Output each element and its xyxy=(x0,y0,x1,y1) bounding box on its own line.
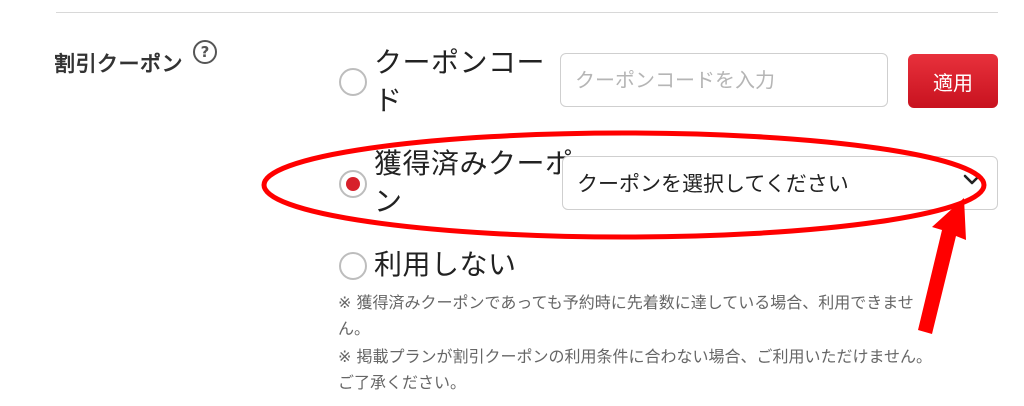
note-plan-conditions-line2: ご了承ください。 xyxy=(338,373,467,392)
radio-coupon-code-label-line1[interactable]: クーポンコー xyxy=(374,43,545,83)
radio-no-coupon-label[interactable]: 利用しない xyxy=(374,245,517,285)
note-first-come: ※ 獲得済みクーポンであっても予約時に先着数に達している場合、利用できませ ん。 xyxy=(338,290,988,342)
radio-acquired-coupon-label-line2[interactable]: ン xyxy=(374,182,403,222)
chevron-down-icon[interactable] xyxy=(963,173,981,187)
apply-button[interactable]: 適用 xyxy=(908,54,998,108)
help-icon[interactable]: ? xyxy=(193,40,217,64)
radio-coupon-code[interactable] xyxy=(339,68,367,96)
radio-acquired-coupon[interactable] xyxy=(339,170,367,198)
note-first-come-line1: ※ 獲得済みクーポンであっても予約時に先着数に達している場合、利用できませ xyxy=(338,293,914,312)
radio-coupon-code-label-line2[interactable]: ド xyxy=(374,81,403,121)
note-first-come-line2: ん。 xyxy=(338,319,371,338)
note-plan-conditions: ※ 掲載プランが割引クーポンの利用条件に合わない場合、ご利用いただけません。 ご… xyxy=(338,344,988,396)
section-title: 割引クーポン xyxy=(54,52,183,76)
top-divider xyxy=(56,12,998,13)
radio-acquired-coupon-label-line1[interactable]: 獲得済みクーポ xyxy=(374,144,574,184)
note-plan-conditions-line1: ※ 掲載プランが割引クーポンの利用条件に合わない場合、ご利用いただけません。 xyxy=(338,347,933,366)
coupon-code-input[interactable] xyxy=(560,53,888,107)
radio-no-coupon[interactable] xyxy=(339,252,367,280)
coupon-select-dropdown[interactable]: クーポンを選択してください xyxy=(562,156,998,210)
coupon-settings-panel: 割引クーポン ? クーポンコー ド 適用 獲得済みクーポ ン クーポンを選択して… xyxy=(0,0,1024,406)
coupon-select-value: クーポンを選択してください xyxy=(577,172,849,196)
